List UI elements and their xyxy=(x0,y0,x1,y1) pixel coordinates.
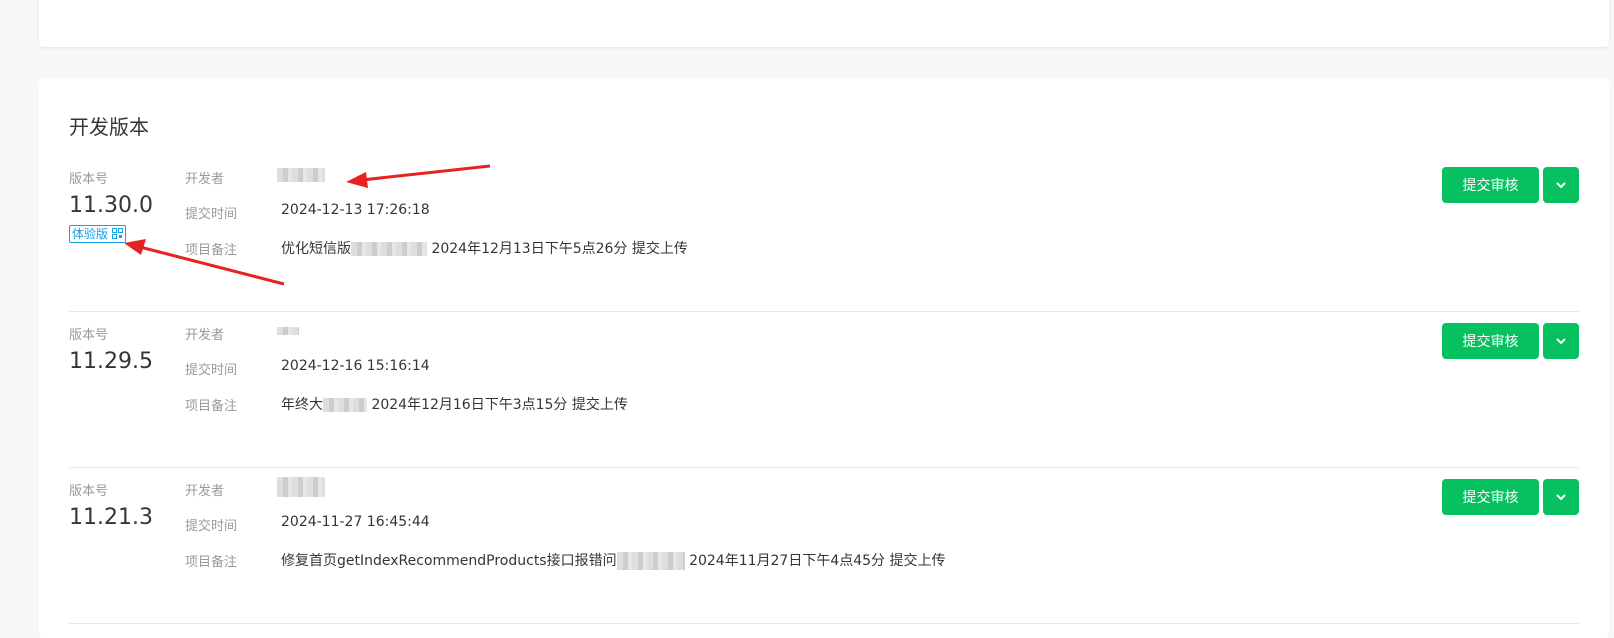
submit-time-value: 2024-12-13 17:26:18 xyxy=(281,202,430,218)
chevron-down-icon xyxy=(1556,494,1566,501)
version-number: 11.29.5 xyxy=(69,349,153,374)
chevron-down-icon xyxy=(1556,182,1566,189)
developer-value xyxy=(277,323,299,339)
version-number: 11.30.0 xyxy=(69,193,153,218)
remark-value: 优化短信版 2024年12月13日下午5点26分 提交上传 xyxy=(281,241,688,257)
version-row: 版本号 11.29.5 开发者 提交时间 2024-12-16 15:16:14… xyxy=(69,311,1579,468)
remark-value: 年终大 2024年12月16日下午3点15分 提交上传 xyxy=(281,397,628,413)
version-number: 11.21.3 xyxy=(69,505,153,530)
version-row: 版本号 11.21.3 开发者 提交时间 2024-11-27 16:45:44… xyxy=(69,467,1579,624)
more-options-button[interactable] xyxy=(1543,167,1579,203)
submit-time-value: 2024-12-16 15:16:14 xyxy=(281,358,430,374)
top-card xyxy=(39,0,1609,47)
version-row: 版本号 11.30.0 体验版 开发者 提交时间 2024-12-13 17:2… xyxy=(69,155,1579,312)
remark-label: 项目备注 xyxy=(185,555,238,570)
qrcode-icon xyxy=(111,228,123,239)
more-options-button[interactable] xyxy=(1543,479,1579,515)
trial-version-tag[interactable]: 体验版 xyxy=(69,225,126,243)
submit-review-button[interactable]: 提交审核 xyxy=(1442,167,1539,203)
developer-value xyxy=(277,477,325,497)
version-label: 版本号 xyxy=(69,328,109,343)
submit-time-label: 提交时间 xyxy=(185,207,238,222)
version-label: 版本号 xyxy=(69,172,109,187)
version-label: 版本号 xyxy=(69,484,109,499)
chevron-down-icon xyxy=(1556,338,1566,345)
developer-value xyxy=(277,167,325,183)
submit-time-label: 提交时间 xyxy=(185,519,238,534)
remark-value: 修复首页getIndexRecommendProducts接口报错问 2024年… xyxy=(281,552,946,570)
section-title: 开发版本 xyxy=(69,115,149,139)
submit-review-button[interactable]: 提交审核 xyxy=(1442,479,1539,515)
developer-label: 开发者 xyxy=(185,328,225,343)
developer-label: 开发者 xyxy=(185,172,225,187)
trial-version-tag-label: 体验版 xyxy=(72,227,109,241)
remark-label: 项目备注 xyxy=(185,243,238,258)
submit-time-value: 2024-11-27 16:45:44 xyxy=(281,514,430,530)
dev-versions-card: 开发版本 版本号 11.30.0 体验版 开发者 提交时间 2024-12-13… xyxy=(39,78,1609,638)
remark-label: 项目备注 xyxy=(185,399,238,414)
submit-time-label: 提交时间 xyxy=(185,363,238,378)
submit-review-button[interactable]: 提交审核 xyxy=(1442,323,1539,359)
more-options-button[interactable] xyxy=(1543,323,1579,359)
developer-label: 开发者 xyxy=(185,484,225,499)
